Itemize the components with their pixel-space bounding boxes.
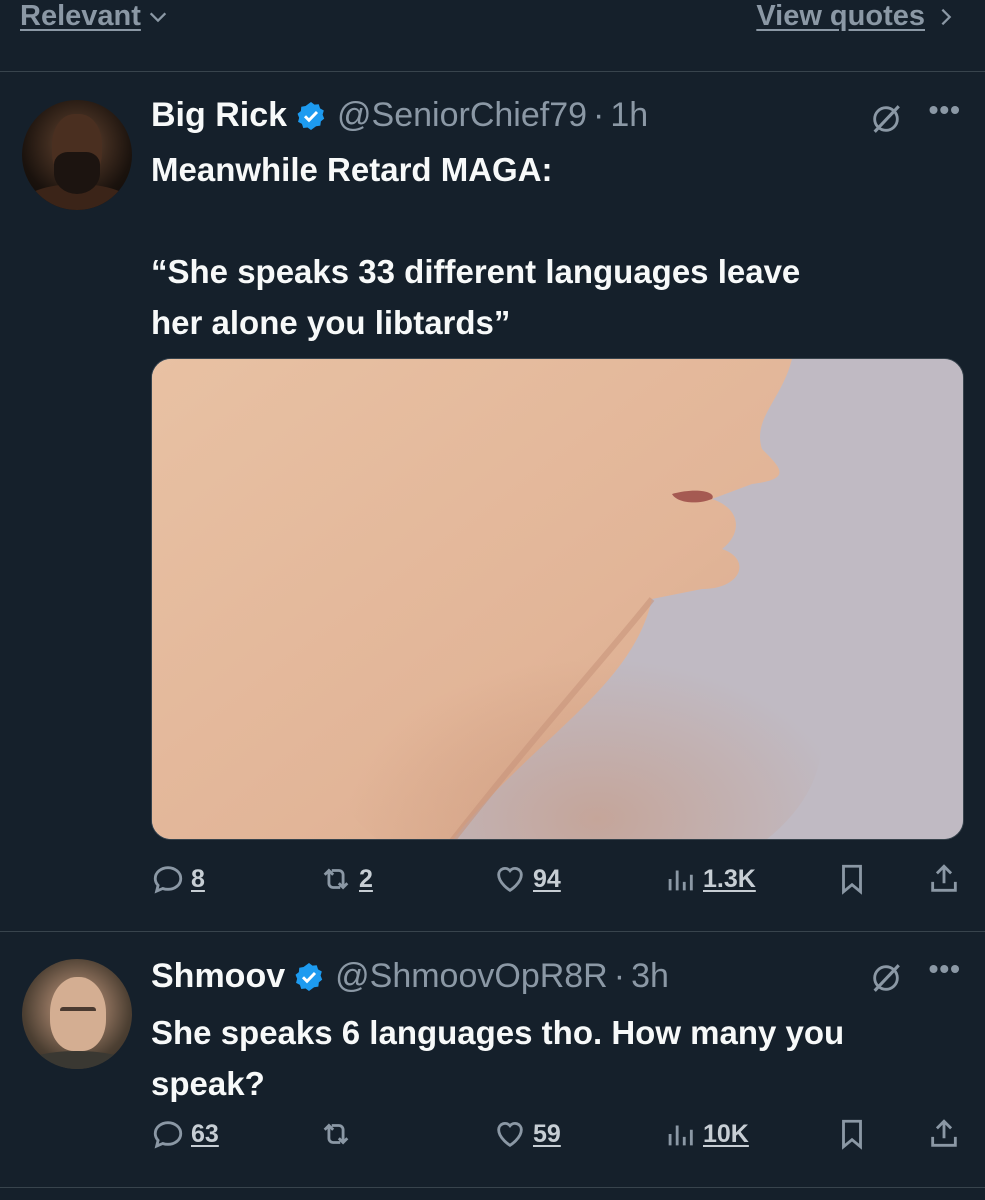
display-name[interactable]: Shmoov xyxy=(151,957,285,996)
separator: · xyxy=(593,96,605,134)
tweet[interactable]: Big Rick @SeniorChief79 · 1h ••• Meanwhi… xyxy=(0,72,985,932)
side-profile-photo xyxy=(152,359,963,839)
reply-count: 8 xyxy=(191,864,205,893)
share-button[interactable] xyxy=(927,862,961,896)
bookmark-button[interactable] xyxy=(835,862,869,896)
views-count: 10K xyxy=(703,1119,749,1148)
repost-button[interactable]: 2 xyxy=(319,862,373,896)
sort-relevant-dropdown[interactable]: Relevant xyxy=(20,0,169,33)
repost-icon xyxy=(323,868,349,890)
tweet-media-image[interactable] xyxy=(151,358,964,840)
tweet-actions: 8 2 94 1.3K xyxy=(151,862,964,902)
like-button[interactable]: 94 xyxy=(493,862,561,896)
reply-count: 63 xyxy=(191,1119,219,1148)
tweet-text-line: Meanwhile Retard MAGA: xyxy=(151,151,553,188)
like-count: 94 xyxy=(533,864,561,893)
views-icon xyxy=(668,1125,693,1146)
views-icon xyxy=(668,870,693,891)
tweet-text-line: speak? xyxy=(151,1065,265,1102)
avatar[interactable] xyxy=(22,100,132,210)
grok-icon[interactable] xyxy=(869,961,903,995)
more-icon[interactable]: ••• xyxy=(929,94,961,126)
tweet[interactable]: Shmoov @ShmoovOpR8R · 3h ••• She speaks … xyxy=(0,933,985,1188)
user-handle[interactable]: @ShmoovOpR8R xyxy=(335,957,608,996)
tweet-text-line: her alone you libtards” xyxy=(151,304,511,341)
conversation-topbar: Relevant View quotes xyxy=(0,0,985,72)
chevron-right-icon xyxy=(941,8,952,25)
display-name[interactable]: Big Rick xyxy=(151,96,287,135)
view-quotes-link[interactable]: View quotes xyxy=(756,0,957,33)
tweet-header: Shmoov @ShmoovOpR8R · 3h xyxy=(151,957,669,996)
tweet-text: She speaks 6 languages tho. How many you… xyxy=(151,1007,951,1109)
chevron-down-icon xyxy=(149,12,167,22)
separator: · xyxy=(613,957,626,995)
share-icon xyxy=(931,864,957,892)
more-icon[interactable]: ••• xyxy=(929,953,961,985)
timestamp[interactable]: 1h xyxy=(610,96,648,135)
like-button[interactable]: 59 xyxy=(493,1117,561,1151)
like-icon xyxy=(497,867,523,893)
avatar[interactable] xyxy=(22,959,132,1069)
sort-relevant-label: Relevant xyxy=(20,0,141,32)
like-icon xyxy=(497,1122,523,1148)
user-handle[interactable]: @SeniorChief79 xyxy=(337,96,587,135)
grok-icon[interactable] xyxy=(869,102,903,136)
views-button[interactable]: 10K xyxy=(663,1117,749,1151)
tweet-text-line: “She speaks 33 different languages leave xyxy=(151,253,801,290)
verified-badge-icon xyxy=(297,101,325,130)
reply-button[interactable]: 63 xyxy=(151,1117,219,1151)
repost-count: 2 xyxy=(359,864,373,893)
views-count: 1.3K xyxy=(703,864,756,893)
view-quotes-label: View quotes xyxy=(756,0,925,32)
reply-icon xyxy=(153,866,183,894)
tweet-actions: 63 59 10K xyxy=(151,1117,964,1157)
bookmark-button[interactable] xyxy=(835,1117,869,1151)
tweet-header: Big Rick @SeniorChief79 · 1h xyxy=(151,96,648,135)
bookmark-icon xyxy=(842,864,862,895)
timestamp[interactable]: 3h xyxy=(631,957,669,996)
reply-button[interactable]: 8 xyxy=(151,862,205,896)
like-count: 59 xyxy=(533,1119,561,1148)
share-icon xyxy=(931,1119,957,1147)
reply-icon xyxy=(153,1121,183,1149)
tweet-text-line: She speaks 6 languages tho. How many you xyxy=(151,1014,845,1051)
bookmark-icon xyxy=(842,1119,862,1150)
repost-icon xyxy=(323,1123,349,1145)
views-button[interactable]: 1.3K xyxy=(663,862,756,896)
share-button[interactable] xyxy=(927,1117,961,1151)
verified-badge-icon xyxy=(295,962,323,991)
repost-button[interactable] xyxy=(319,1117,353,1151)
tweet-text: Meanwhile Retard MAGA: “She speaks 33 di… xyxy=(151,144,951,348)
